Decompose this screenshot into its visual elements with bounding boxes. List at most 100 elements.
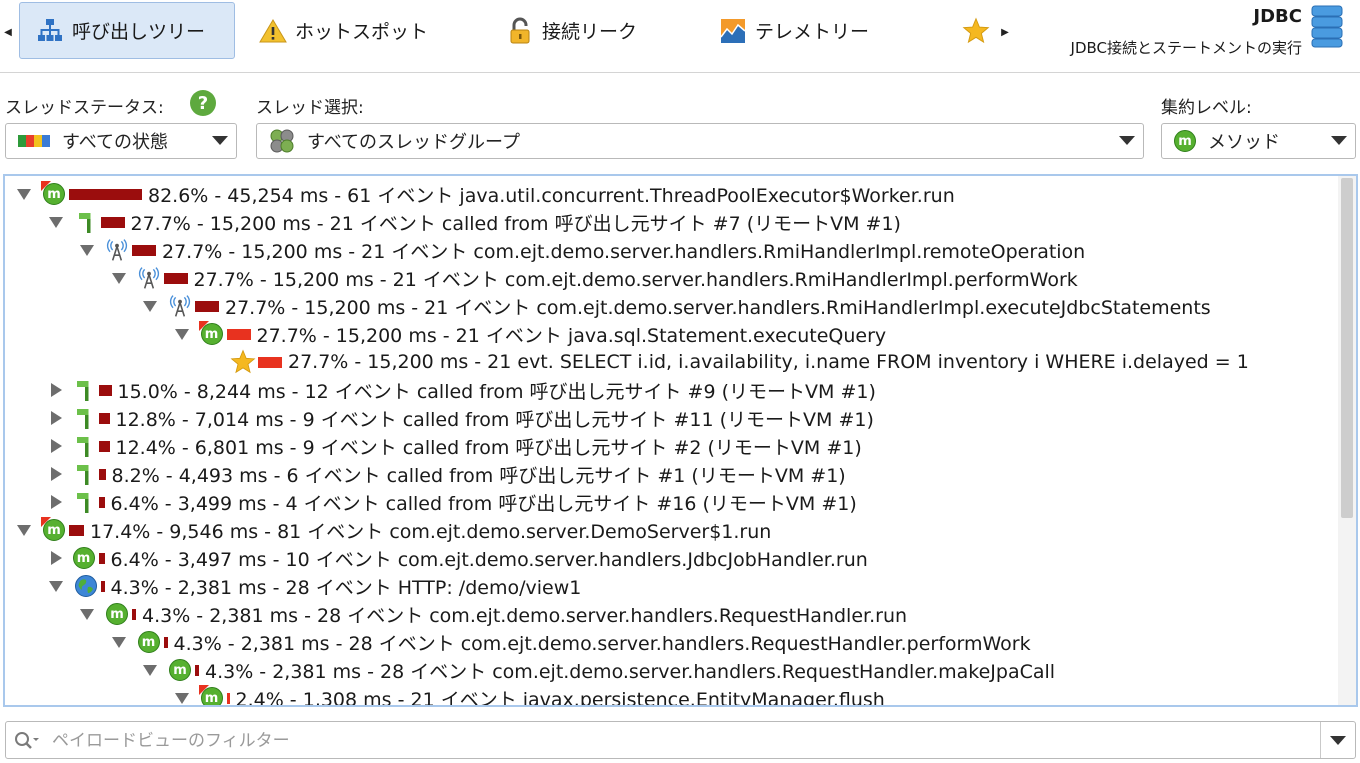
star-icon — [962, 17, 990, 45]
collapse-toggle-icon[interactable] — [17, 524, 31, 536]
tree-node[interactable]: 12.4% - 6,801 ms - 9 イベント called from 呼び… — [47, 432, 862, 460]
collapse-toggle-icon[interactable] — [48, 216, 63, 228]
tree-node-label: 4.3% - 2,381 ms - 28 イベント com.ejt.demo.s… — [173, 632, 1031, 655]
expand-toggle-icon[interactable] — [50, 439, 62, 453]
expand-toggle-icon[interactable] — [50, 467, 62, 481]
collapse-toggle-icon[interactable] — [17, 188, 31, 200]
tree-node-label: 27.7% - 15,200 ms - 21 イベント called from … — [130, 212, 901, 235]
tree-node[interactable]: m 2.4% - 1,308 ms - 21 イベント javax.persist… — [173, 684, 885, 705]
vertical-scrollbar[interactable] — [1338, 176, 1356, 705]
tree-node[interactable]: m 27.7% - 15,200 ms - 21 イベント java.sql.St… — [173, 320, 887, 348]
percentage-bar — [226, 692, 230, 704]
tree-node[interactable]: 27.7% - 15,200 ms - 21 イベント com.ejt.demo… — [110, 264, 1078, 292]
thread-status-select[interactable]: すべての状態 — [5, 123, 237, 159]
chevron-down-icon — [1119, 136, 1135, 145]
tree-node[interactable]: m 82.6% - 45,254 ms - 61 イベント java.util.c… — [15, 180, 955, 208]
tree-node-label: 6.4% - 3,497 ms - 10 イベント com.ejt.demo.s… — [110, 548, 868, 571]
thread-status-icon — [18, 135, 50, 147]
percentage-bar — [195, 664, 199, 676]
chevron-down-icon — [1331, 136, 1347, 145]
tree-node-label: 4.3% - 2,381 ms - 28 イベント HTTP: /demo/vi… — [110, 576, 582, 599]
percentage-bar — [98, 440, 110, 452]
tab-payload[interactable] — [948, 2, 992, 59]
collapse-toggle-icon[interactable] — [174, 692, 189, 704]
tree-node[interactable]: 27.7% - 15,200 ms - 21 イベント com.ejt.demo… — [78, 236, 1085, 264]
tree-node[interactable]: 27.7% - 15,200 ms - 21 イベント called from … — [47, 208, 901, 236]
tree-node[interactable]: 15.0% - 8,244 ms - 12 イベント called from 呼… — [47, 376, 876, 404]
thread-select-value: すべてのスレッドグループ — [307, 132, 520, 153]
tab-connection-leaks-label: 接続リーク — [542, 21, 638, 43]
method-icon: m — [1174, 130, 1196, 152]
percentage-bar — [98, 468, 106, 480]
tree-node[interactable]: 27.7% - 15,200 ms - 21 イベント com.ejt.demo… — [141, 292, 1211, 320]
filter-history-button[interactable] — [1320, 722, 1355, 758]
percentage-bar — [98, 384, 112, 396]
collapse-toggle-icon[interactable] — [143, 300, 157, 312]
database-icon — [1310, 4, 1344, 52]
tree-node[interactable]: 8.2% - 4,493 ms - 6 イベント called from 呼び出… — [47, 460, 846, 488]
method-icon: m — [167, 657, 193, 683]
expand-toggle-icon[interactable] — [50, 411, 62, 425]
probe-subtitle: JDBC接続とステートメントの実行 — [1070, 39, 1302, 57]
expand-toggle-icon[interactable] — [50, 383, 62, 397]
percentage-bar — [100, 216, 125, 228]
collapse-toggle-icon[interactable] — [111, 272, 126, 284]
tree-node[interactable]: m 17.4% - 9,546 ms - 81 イベント com.ejt.demo… — [15, 516, 771, 544]
aggregation-label: 集約レベル: — [1161, 98, 1252, 118]
help-icon[interactable]: ? — [190, 90, 216, 116]
probe-title: JDBC — [1253, 6, 1302, 27]
tree-node[interactable]: m 4.3% - 2,381 ms - 28 イベント com.ejt.demo.… — [78, 600, 907, 628]
method-icon: m — [136, 629, 162, 655]
thread-select[interactable]: すべてのスレッドグループ — [256, 123, 1144, 159]
tree-node[interactable]: 27.7% - 15,200 ms - 21 evt. SELECT i.id,… — [204, 348, 1249, 376]
tab-call-tree-label: 呼び出しツリー — [72, 21, 206, 43]
rmi-antenna-icon — [136, 265, 162, 291]
scroll-left-icon[interactable]: ◀ — [3, 24, 13, 40]
warning-icon — [259, 17, 287, 45]
expand-toggle-icon[interactable] — [50, 551, 62, 565]
method-icon: m — [104, 601, 130, 627]
thread-select-label: スレッド選択: — [256, 98, 364, 118]
collapse-toggle-icon[interactable] — [80, 608, 94, 620]
call-tree[interactable]: m 82.6% - 45,254 ms - 61 イベント java.util.c… — [3, 174, 1358, 707]
thread-status-label: スレッドステータス: — [5, 98, 164, 118]
percentage-bar — [98, 412, 110, 424]
tab-hotspots[interactable]: ホットスポット — [243, 2, 463, 59]
scroll-right-icon[interactable]: ▶ — [1000, 24, 1010, 40]
tree-node[interactable]: 12.8% - 7,014 ms - 9 イベント called from 呼び… — [47, 404, 874, 432]
tab-connection-leaks[interactable]: 接続リーク — [490, 2, 690, 59]
collapse-toggle-icon[interactable] — [48, 580, 63, 592]
collapse-toggle-icon[interactable] — [111, 636, 126, 648]
tree-node[interactable]: m 4.3% - 2,381 ms - 28 イベント com.ejt.demo.… — [110, 628, 1031, 656]
rmi-antenna-icon — [167, 293, 193, 319]
tab-telemetry[interactable]: テレメトリー — [703, 2, 903, 59]
payload-filter-input[interactable] — [50, 726, 1284, 756]
call-site-icon — [73, 209, 99, 235]
tree-node-label: 82.6% - 45,254 ms - 61 イベント java.util.co… — [148, 184, 955, 207]
tree-node-label: 27.7% - 15,200 ms - 21 イベント com.ejt.demo… — [193, 268, 1078, 291]
tree-node-label: 27.7% - 15,200 ms - 21 イベント java.sql.Sta… — [256, 324, 887, 347]
tree-node[interactable]: m 4.3% - 2,381 ms - 28 イベント com.ejt.demo.… — [141, 656, 1055, 684]
call-site-icon — [71, 461, 97, 487]
collapse-toggle-icon[interactable] — [174, 328, 189, 340]
chevron-down-icon — [212, 136, 228, 145]
tree-node[interactable]: 6.4% - 3,499 ms - 4 イベント called from 呼び出… — [47, 488, 857, 516]
aggregation-select[interactable]: m メソッド — [1161, 123, 1356, 159]
call-site-icon — [71, 489, 97, 515]
percentage-bar — [100, 580, 105, 592]
expand-toggle-icon[interactable] — [50, 495, 62, 509]
globe-icon — [73, 573, 99, 599]
tree-node-label: 27.7% - 15,200 ms - 21 イベント com.ejt.demo… — [162, 240, 1086, 263]
star-icon — [230, 349, 256, 375]
tree-node[interactable]: m 6.4% - 3,497 ms - 10 イベント com.ejt.demo.… — [47, 544, 868, 572]
search-icon[interactable] — [14, 731, 42, 755]
scrollbar-thumb[interactable] — [1341, 178, 1353, 518]
tree-node-label: 27.7% - 15,200 ms - 21 イベント com.ejt.demo… — [225, 296, 1211, 319]
call-site-icon — [71, 433, 97, 459]
collapse-toggle-icon[interactable] — [80, 244, 94, 256]
collapse-toggle-icon[interactable] — [143, 664, 157, 676]
tab-call-tree[interactable]: 呼び出しツリー — [19, 2, 235, 59]
tree-node[interactable]: 4.3% - 2,381 ms - 28 イベント HTTP: /demo/vi… — [47, 572, 582, 600]
percentage-bar — [132, 608, 136, 620]
percentage-bar — [132, 244, 156, 256]
